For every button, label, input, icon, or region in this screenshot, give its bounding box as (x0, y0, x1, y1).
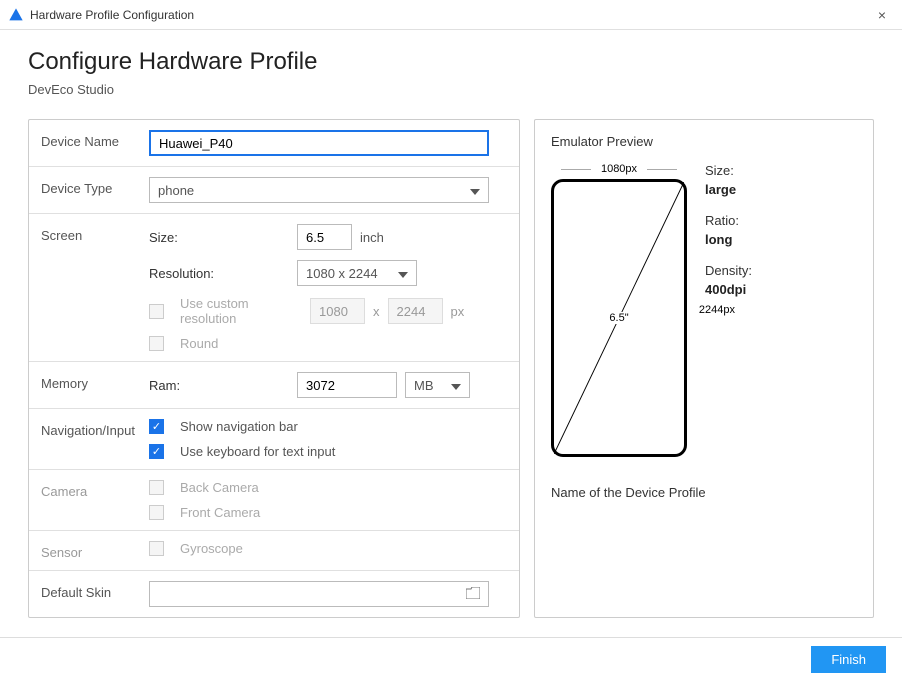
front-camera-checkbox[interactable] (149, 505, 164, 520)
device-name-input[interactable] (149, 130, 489, 156)
screen-size-label: Size: (149, 230, 289, 245)
camera-label: Camera (41, 480, 149, 499)
titlebar: Hardware Profile Configuration × (0, 0, 902, 30)
preview-width-label: 1080px (551, 163, 687, 175)
skin-label: Default Skin (41, 581, 149, 600)
custom-res-width-input (310, 298, 365, 324)
back-camera-checkbox[interactable] (149, 480, 164, 495)
keyboard-checkbox[interactable]: ✓ (149, 444, 164, 459)
page-subtitle: DevEco Studio (28, 82, 874, 97)
custom-res-height-input (388, 298, 443, 324)
nav-label: Navigation/Input (41, 419, 149, 438)
custom-res-unit: px (451, 304, 465, 319)
preview-footer: Name of the Device Profile (551, 485, 857, 500)
chevron-down-icon (451, 378, 461, 393)
custom-res-checkbox[interactable] (149, 304, 164, 319)
row-device-type: Device Type phone (29, 167, 519, 214)
round-label: Round (180, 336, 320, 351)
row-device-name: Device Name (29, 120, 519, 167)
spec-ratio-key: Ratio: (705, 213, 752, 228)
row-skin: Default Skin (29, 571, 519, 617)
round-checkbox[interactable] (149, 336, 164, 351)
screen-label: Screen (41, 224, 149, 243)
spec-density-key: Density: (705, 263, 752, 278)
ram-label: Ram: (149, 378, 289, 393)
screen-size-input[interactable] (297, 224, 352, 250)
page-title: Configure Hardware Profile (28, 48, 874, 76)
row-camera: Camera Back Camera Front Camera (29, 470, 519, 531)
sensor-label: Sensor (41, 541, 149, 560)
form-panel: Device Name Device Type phone Screen (28, 119, 520, 618)
spec-density-value: 400dpi (705, 282, 752, 297)
preview-title: Emulator Preview (551, 134, 857, 149)
finish-button[interactable]: Finish (811, 646, 886, 673)
close-icon[interactable]: × (870, 7, 894, 23)
row-memory: Memory Ram: MB (29, 362, 519, 409)
spec-size-value: large (705, 182, 752, 197)
skin-input[interactable] (149, 581, 489, 607)
device-name-label: Device Name (41, 130, 149, 149)
screen-res-label: Resolution: (149, 266, 289, 281)
device-type-select[interactable]: phone (149, 177, 489, 203)
custom-res-label: Use custom resolution (180, 296, 302, 326)
screen-size-unit: inch (360, 230, 384, 245)
app-logo-icon (8, 7, 24, 23)
row-nav: Navigation/Input ✓ Show navigation bar ✓… (29, 409, 519, 470)
device-type-value: phone (158, 183, 194, 198)
screen-res-value: 1080 x 2244 (306, 266, 378, 281)
front-camera-label: Front Camera (180, 505, 320, 520)
spec-ratio-value: long (705, 232, 752, 247)
gyro-checkbox[interactable] (149, 541, 164, 556)
ram-unit-select[interactable]: MB (405, 372, 470, 398)
ram-input[interactable] (297, 372, 397, 398)
row-screen: Screen Size: inch Resolution: 1080 x 224… (29, 214, 519, 362)
ram-unit-value: MB (414, 378, 434, 393)
preview-height-label: 2244px (699, 304, 735, 316)
back-camera-label: Back Camera (180, 480, 320, 495)
navbar-label: Show navigation bar (180, 419, 298, 434)
chevron-down-icon (398, 266, 408, 281)
device-type-label: Device Type (41, 177, 149, 196)
window-title: Hardware Profile Configuration (30, 8, 870, 22)
folder-icon[interactable] (466, 587, 480, 602)
memory-label: Memory (41, 372, 149, 391)
gyro-label: Gyroscope (180, 541, 320, 556)
dialog-footer: Finish (0, 637, 902, 681)
navbar-checkbox[interactable]: ✓ (149, 419, 164, 434)
screen-res-select[interactable]: 1080 x 2244 (297, 260, 417, 286)
device-preview: 1080px 6.5" 2244px (551, 163, 687, 457)
custom-res-sep: x (373, 304, 380, 319)
preview-diag-label: 6.5" (607, 312, 630, 324)
preview-panel: Emulator Preview 1080px 6.5" 2244px Size… (534, 119, 874, 618)
chevron-down-icon (470, 183, 480, 198)
spec-size-key: Size: (705, 163, 752, 178)
row-sensor: Sensor Gyroscope (29, 531, 519, 571)
keyboard-label: Use keyboard for text input (180, 444, 335, 459)
